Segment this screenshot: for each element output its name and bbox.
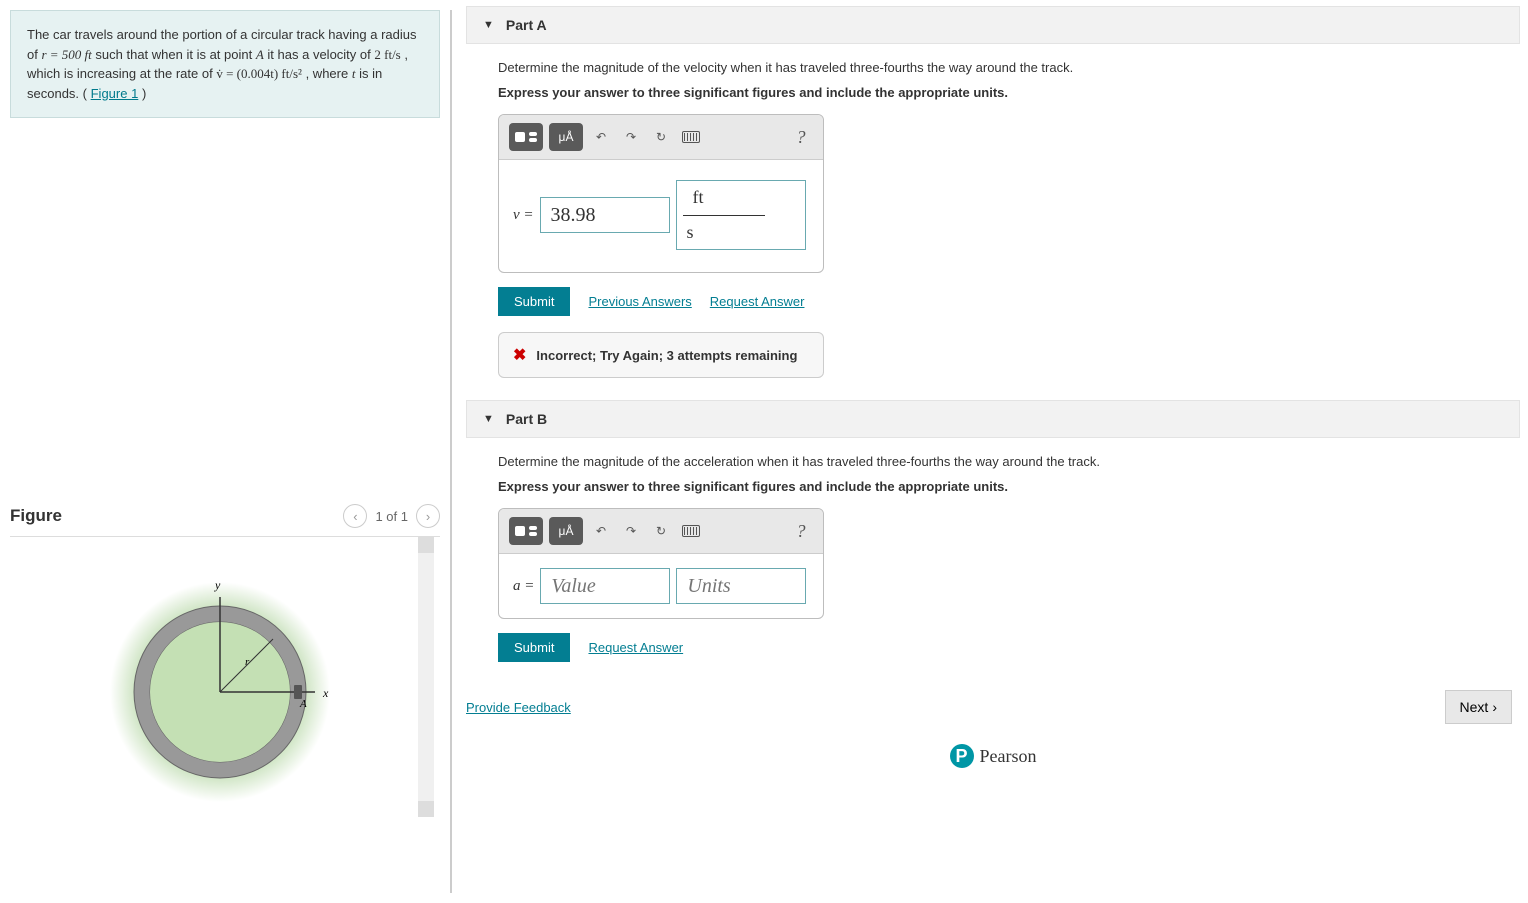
y-axis-label: y: [214, 578, 221, 592]
redo-button[interactable]: ↷: [619, 125, 643, 149]
part-a-instruction: Express your answer to three significant…: [498, 85, 1512, 100]
part-b-units-input[interactable]: [676, 568, 806, 604]
part-b-submit-button[interactable]: Submit: [498, 633, 570, 662]
figure-link[interactable]: Figure 1: [91, 86, 139, 101]
t-label: t: [352, 66, 356, 81]
part-a-value-input[interactable]: [540, 197, 670, 233]
collapse-icon: ▼: [483, 19, 494, 31]
problem-text-5: , where: [306, 66, 352, 81]
part-b-var-label: a =: [513, 578, 534, 595]
collapse-icon: ▼: [483, 413, 494, 425]
figure-title: Figure: [10, 506, 62, 526]
r-label: r: [245, 656, 250, 668]
keyboard-button[interactable]: [679, 519, 703, 543]
part-a-answer-box: μÅ ↶ ↷ ↻ ? v = ft s: [498, 114, 824, 273]
redo-button[interactable]: ↷: [619, 519, 643, 543]
car-icon: [294, 685, 302, 699]
pearson-label: Pearson: [980, 746, 1037, 767]
part-a-request-answer-link[interactable]: Request Answer: [710, 294, 805, 309]
point-a-fig-label: A: [299, 698, 307, 710]
incorrect-icon: ✖: [513, 345, 526, 365]
part-a-title: Part A: [506, 17, 547, 33]
keyboard-button[interactable]: [679, 125, 703, 149]
part-b-title: Part B: [506, 411, 547, 427]
undo-button[interactable]: ↶: [589, 125, 613, 149]
unit-denominator: s: [677, 216, 805, 250]
part-b-question: Determine the magnitude of the accelerat…: [498, 454, 1512, 469]
help-button[interactable]: ?: [789, 125, 813, 149]
part-b-header[interactable]: ▼ Part B: [466, 400, 1520, 438]
part-b-request-answer-link[interactable]: Request Answer: [588, 640, 683, 655]
special-chars-button[interactable]: μÅ: [549, 123, 583, 151]
previous-answers-link[interactable]: Previous Answers: [588, 294, 691, 309]
templates-button[interactable]: [509, 123, 543, 151]
reset-button[interactable]: ↻: [649, 519, 673, 543]
pearson-logo-icon: P: [950, 744, 974, 768]
part-a-var-label: v =: [513, 207, 534, 224]
figure-prev-button[interactable]: ‹: [343, 504, 367, 528]
part-a-feedback: ✖ Incorrect; Try Again; 3 attempts remai…: [498, 332, 824, 378]
v0-expression: 2 ft/s: [374, 47, 400, 62]
figure-page-label: 1 of 1: [375, 509, 408, 524]
unit-numerator: ft: [683, 181, 765, 216]
figure-next-button[interactable]: ›: [416, 504, 440, 528]
reset-button[interactable]: ↻: [649, 125, 673, 149]
part-a-question: Determine the magnitude of the velocity …: [498, 60, 1512, 75]
part-b-instruction: Express your answer to three significant…: [498, 479, 1512, 494]
templates-button[interactable]: [509, 517, 543, 545]
x-axis-label: x: [322, 686, 329, 700]
part-b-answer-box: μÅ ↶ ↷ ↻ ? a =: [498, 508, 824, 619]
part-a-submit-button[interactable]: Submit: [498, 287, 570, 316]
special-chars-button[interactable]: μÅ: [549, 517, 583, 545]
chevron-right-icon: ›: [1492, 699, 1497, 715]
point-a-label: A: [256, 47, 264, 62]
next-button[interactable]: Next ›: [1445, 690, 1512, 724]
part-a-header[interactable]: ▼ Part A: [466, 6, 1520, 44]
part-a-units-input[interactable]: ft s: [676, 180, 806, 250]
problem-text-3: it has a velocity of: [267, 47, 374, 62]
next-label: Next: [1460, 699, 1489, 715]
problem-text-2: such that when it is at point: [95, 47, 255, 62]
figure-diagram: y x r A: [75, 547, 375, 807]
provide-feedback-link[interactable]: Provide Feedback: [466, 700, 571, 715]
rate-expression: v̇ = (0.004t) ft/s²: [216, 66, 302, 81]
part-b-value-input[interactable]: [540, 568, 670, 604]
undo-button[interactable]: ↶: [589, 519, 613, 543]
problem-text-close: ): [142, 86, 146, 101]
radius-expression: r = 500 ft: [41, 47, 91, 62]
help-button[interactable]: ?: [789, 519, 813, 543]
problem-statement: The car travels around the portion of a …: [10, 10, 440, 118]
figure-scrollbar[interactable]: [418, 537, 434, 817]
feedback-message: Incorrect; Try Again; 3 attempts remaini…: [536, 348, 797, 363]
footer-brand: P Pearson: [466, 724, 1520, 768]
